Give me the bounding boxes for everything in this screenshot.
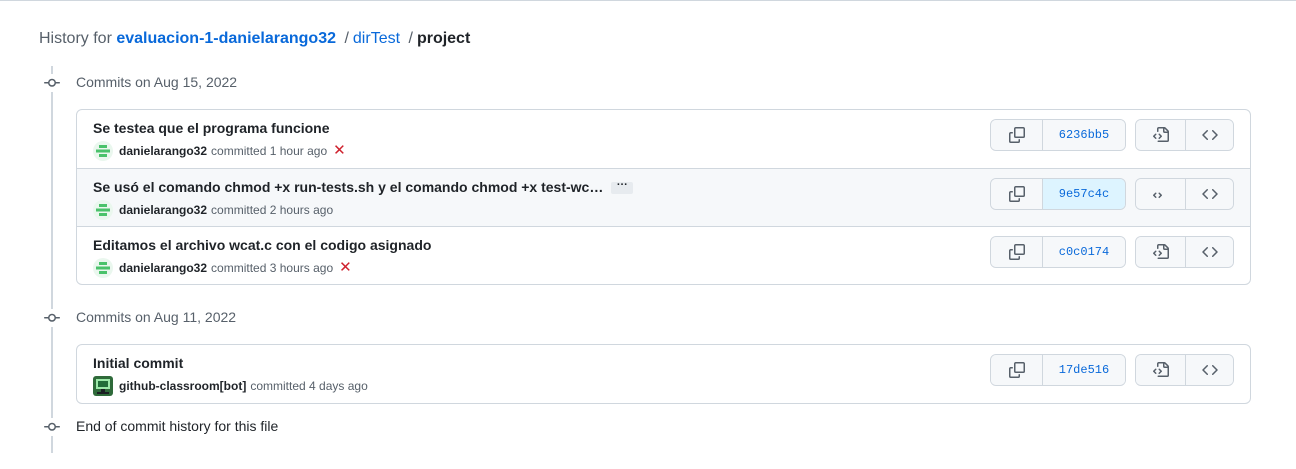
expand-message-button[interactable]: ··· — [611, 180, 634, 195]
copy-sha-button[interactable] — [991, 237, 1042, 267]
commit-author-link[interactable]: github-classroom[bot] — [119, 379, 246, 393]
browse-files-button[interactable] — [1136, 179, 1185, 209]
commit-action: committed — [211, 203, 267, 217]
commit-sha-group: 9e57c4c — [990, 178, 1126, 210]
commit-message[interactable]: Initial commit — [93, 353, 183, 373]
breadcrumb-prefix: History for — [39, 30, 112, 47]
commit-time: 3 hours ago — [269, 261, 334, 275]
commit-row: Se testea que el programa funcione danie… — [77, 110, 1250, 168]
browse-files-button[interactable] — [1136, 237, 1185, 267]
commit-action: committed — [250, 379, 306, 393]
commit-sha-link[interactable]: 9e57c4c — [1042, 179, 1125, 209]
commit-row: Editamos el archivo wcat.c con el codigo… — [77, 226, 1250, 284]
commit-group-date: Commits on Aug 15, 2022 — [76, 74, 238, 90]
commit-meta: github-classroom[bot] committed 4 days a… — [93, 376, 368, 396]
view-code-button[interactable] — [1185, 179, 1233, 209]
commit-actions-group — [1135, 354, 1234, 386]
avatar[interactable] — [93, 376, 113, 396]
commit-group-date: Commits on Aug 11, 2022 — [76, 309, 237, 325]
breadcrumb-separator: / — [344, 30, 349, 47]
file-code-icon — [1152, 127, 1169, 142]
commit-author-link[interactable]: danielarango32 — [119, 261, 207, 275]
x-icon[interactable]: ✕ — [333, 143, 346, 158]
commit-message[interactable]: Se testea que el programa funcione — [93, 118, 330, 138]
copy-icon — [1008, 244, 1025, 260]
commit-time: 4 days ago — [309, 379, 368, 393]
view-code-button[interactable] — [1185, 237, 1233, 267]
breadcrumb-repo-link[interactable]: evaluacion-1-danielarango32 — [116, 30, 336, 47]
avatar[interactable] — [93, 200, 113, 220]
code-icon — [1201, 364, 1218, 376]
header-divider — [0, 0, 1296, 1]
commit-sha-group: 6236bb5 — [990, 119, 1126, 151]
git-commit-icon — [43, 74, 61, 92]
breadcrumb-current-file: project — [416, 30, 471, 47]
commit-message[interactable]: Editamos el archivo wcat.c con el codigo… — [93, 235, 431, 255]
commit-message[interactable]: Se usó el comando chmod +x run-tests.sh … — [93, 177, 634, 197]
code-icon — [1201, 129, 1218, 141]
code-icon — [1201, 246, 1218, 258]
avatar[interactable] — [93, 141, 113, 161]
copy-icon — [1008, 127, 1025, 143]
browse-files-button[interactable] — [1136, 355, 1185, 385]
x-icon[interactable]: ✕ — [339, 260, 352, 275]
copy-icon — [1008, 186, 1025, 202]
copy-sha-button[interactable] — [991, 355, 1042, 385]
code-icon — [1201, 188, 1218, 200]
commit-row: Se usó el comando chmod +x run-tests.sh … — [77, 168, 1250, 226]
copy-sha-button[interactable] — [991, 120, 1042, 150]
breadcrumb: History for evaluacion-1-danielarango32 … — [39, 29, 470, 49]
commit-sha-link[interactable]: 6236bb5 — [1042, 120, 1125, 150]
git-commit-icon — [43, 309, 61, 327]
copy-icon — [1008, 362, 1025, 378]
file-code-icon — [1152, 244, 1169, 259]
commit-actions-group — [1135, 119, 1234, 151]
file-code-icon — [1152, 192, 1162, 199]
commit-meta: danielarango32 committed 1 hour ago ✕ — [93, 141, 346, 161]
view-code-button[interactable] — [1185, 355, 1233, 385]
breadcrumb-separator: / — [408, 30, 413, 47]
commit-sha-group: 17de516 — [990, 354, 1126, 386]
browse-files-button[interactable] — [1136, 120, 1185, 150]
commit-meta: danielarango32 committed 2 hours ago — [93, 200, 333, 220]
end-of-history-label: End of commit history for this file — [76, 418, 279, 434]
commit-list: Se testea que el programa funcione danie… — [76, 109, 1251, 285]
commit-row: Initial commit github-classroom[bot] com… — [77, 345, 1250, 403]
commit-actions-group — [1135, 236, 1234, 268]
commit-sha-link[interactable]: 17de516 — [1042, 355, 1125, 385]
commit-time: 2 hours ago — [269, 203, 334, 217]
commit-time: 1 hour ago — [269, 144, 328, 158]
commit-action: committed — [211, 261, 267, 275]
timeline-line — [51, 66, 53, 453]
commit-author-link[interactable]: danielarango32 — [119, 203, 207, 217]
copy-sha-button[interactable] — [991, 179, 1042, 209]
breadcrumb-dir-link[interactable]: dirTest — [353, 30, 400, 47]
commit-list: Initial commit github-classroom[bot] com… — [76, 344, 1251, 404]
avatar[interactable] — [93, 258, 113, 278]
commit-action: committed — [211, 144, 267, 158]
commit-author-link[interactable]: danielarango32 — [119, 144, 207, 158]
git-commit-icon — [43, 418, 61, 436]
view-code-button[interactable] — [1185, 120, 1233, 150]
commit-actions-group — [1135, 178, 1234, 210]
commit-sha-group: c0c0174 — [990, 236, 1126, 268]
commit-sha-link[interactable]: c0c0174 — [1042, 237, 1125, 267]
commit-meta: danielarango32 committed 3 hours ago ✕ — [93, 258, 352, 278]
file-code-icon — [1152, 362, 1169, 377]
